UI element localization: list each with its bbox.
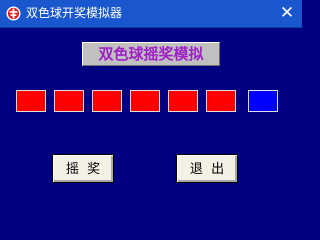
red-ball-2: [54, 90, 84, 112]
close-icon[interactable]: ✕: [272, 0, 302, 27]
window-title: 双色球开奖模拟器: [26, 6, 123, 20]
title-bar[interactable]: 双色球开奖模拟器 ✕: [0, 0, 302, 28]
blue-ball: [248, 90, 278, 112]
red-ball-6: [206, 90, 236, 112]
app-window: 双色球开奖模拟器 ✕ 双色球摇奖模拟 摇 奖 退 出: [0, 0, 302, 224]
draw-button[interactable]: 摇 奖: [52, 154, 114, 183]
page-title: 双色球摇奖模拟: [82, 42, 220, 66]
exit-button[interactable]: 退 出: [176, 154, 238, 183]
red-ball-3: [92, 90, 122, 112]
red-ball-5: [168, 90, 198, 112]
app-logo-icon: [6, 6, 21, 21]
red-ball-4: [130, 90, 160, 112]
red-ball-1: [16, 90, 46, 112]
